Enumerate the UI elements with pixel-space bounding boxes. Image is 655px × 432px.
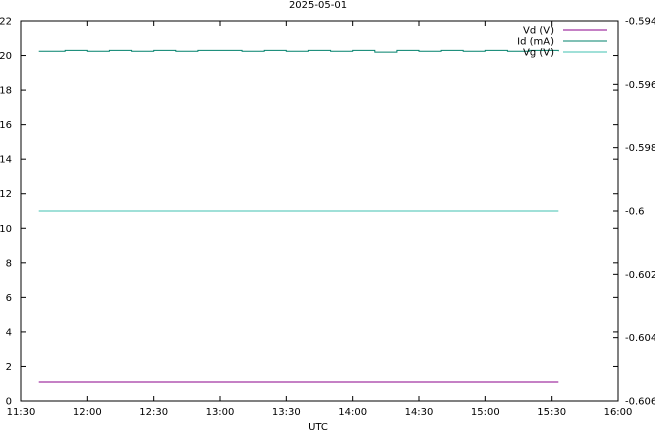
series-layer (38, 49, 559, 383)
legend-label: Vd (V) (523, 26, 554, 37)
y-tick-label: 0 (6, 397, 12, 408)
chart: 2025-05-01 0246810121416182022 -0.606-0.… (0, 0, 655, 432)
y-tick-label: 8 (6, 258, 12, 269)
y-tick-label: 2 (6, 362, 12, 373)
right-y-axis: -0.606 -0.604 -0.602 -0.6 -0.598 -0.596 -0.594 (613, 17, 655, 408)
y2-tick-label: -0.606 (625, 397, 655, 408)
y-tick-label: 20 (0, 51, 12, 62)
y-tick-label: 14 (0, 155, 12, 166)
chart-title: 2025-05-01 (289, 0, 347, 11)
x-tick-label: 13:00 (206, 407, 235, 418)
y-tick-label: 10 (0, 224, 12, 235)
x-tick-label: 14:30 (405, 407, 434, 418)
legend: Vd (V)Id (mA)Vg (V) (517, 26, 607, 59)
x-tick-label: 11:30 (7, 407, 36, 418)
y-tick-label: 4 (6, 327, 12, 338)
series-line-2 (38, 49, 559, 53)
y2-tick-label: -0.604 (625, 333, 655, 344)
x-tick-label: 16:00 (604, 407, 633, 418)
y2-tick-label: -0.6 (625, 207, 645, 218)
y-tick-label: 18 (0, 86, 12, 97)
x-tick-label: 14:00 (338, 407, 367, 418)
x-tick-label: 12:00 (73, 407, 102, 418)
x-tick-label: 13:30 (272, 407, 301, 418)
y2-tick-label: -0.594 (625, 17, 655, 28)
y2-tick-label: -0.602 (625, 270, 655, 281)
y-tick-label: 22 (0, 17, 12, 28)
legend-label: Vg (V) (523, 48, 554, 59)
x-axis-label: UTC (308, 422, 328, 432)
y-tick-label: 6 (6, 293, 12, 304)
x-tick-label: 15:30 (537, 407, 566, 418)
y2-tick-label: -0.596 (625, 80, 655, 91)
x-tick-label: 15:00 (471, 407, 500, 418)
x-axis: 11:30 12:00 12:30 13:00 13:30 14:00 14:30 15:00… (7, 21, 633, 418)
y2-tick-label: -0.598 (625, 143, 655, 154)
x-tick-label: 12:30 (139, 407, 168, 418)
legend-label: Id (mA) (517, 37, 554, 48)
y-tick-label: 12 (0, 189, 12, 200)
y-tick-label: 16 (0, 120, 12, 131)
left-y-axis: 0 2 4 6 8 10 12 14 16 18 20 22 (0, 17, 618, 408)
